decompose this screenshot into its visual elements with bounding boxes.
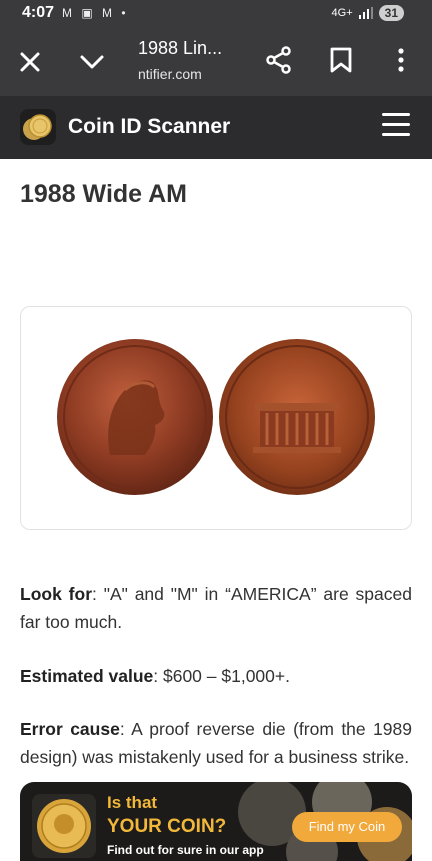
- menu-icon[interactable]: [382, 113, 410, 137]
- site-header: Coin ID Scanner: [0, 96, 432, 159]
- status-right: 4G+ 31: [332, 5, 404, 21]
- more-vert-icon[interactable]: [390, 46, 412, 74]
- estimated-value-text: : $600 – $1,000+.: [153, 666, 290, 686]
- status-bar: 4:07 M ▣ M • 4G+ 31: [0, 0, 432, 28]
- close-icon[interactable]: [16, 48, 44, 76]
- article-title: 1988 Wide AM: [20, 180, 187, 208]
- look-for-paragraph: Look for: "A" and "M" in “AMERICA” are s…: [20, 580, 412, 636]
- ad-headline-2: YOUR COIN?: [107, 816, 227, 837]
- page-url[interactable]: ntifier.com: [138, 66, 202, 82]
- signal-icon: [358, 7, 373, 19]
- error-cause-label: Error cause: [20, 719, 120, 739]
- share-icon[interactable]: [265, 46, 293, 74]
- coin-image-card: [20, 306, 412, 530]
- bookmark-icon[interactable]: [328, 46, 354, 74]
- battery-badge: 31: [378, 5, 404, 21]
- gold-coin-icon: [32, 794, 96, 858]
- browser-toolbar: 1988 Lin... ntifier.com: [0, 28, 432, 96]
- site-name[interactable]: Coin ID Scanner: [68, 115, 230, 139]
- site-logo[interactable]: [20, 109, 56, 145]
- page-tab-title[interactable]: 1988 Lin...: [138, 38, 222, 59]
- chevron-down-icon[interactable]: [78, 48, 106, 76]
- coin-image: [57, 339, 375, 495]
- notification-icons: M ▣ M •: [62, 6, 129, 20]
- ad-headline-1: Is that: [107, 793, 158, 812]
- ad-banner[interactable]: Is that YOUR COIN? Find out for sure in …: [20, 782, 412, 861]
- ad-subtext: Find out for sure in our app: [107, 843, 264, 857]
- estimated-value-paragraph: Estimated value: $600 – $1,000+.: [20, 662, 412, 690]
- network-indicator: 4G+: [331, 7, 353, 19]
- look-for-label: Look for: [20, 584, 92, 604]
- error-cause-paragraph: Error cause: A proof reverse die (from t…: [20, 715, 412, 785]
- coin-logo-icon: [23, 114, 52, 140]
- status-time: 4:07: [22, 4, 55, 21]
- find-my-coin-button[interactable]: Find my Coin: [292, 812, 402, 842]
- estimated-value-label: Estimated value: [20, 666, 154, 686]
